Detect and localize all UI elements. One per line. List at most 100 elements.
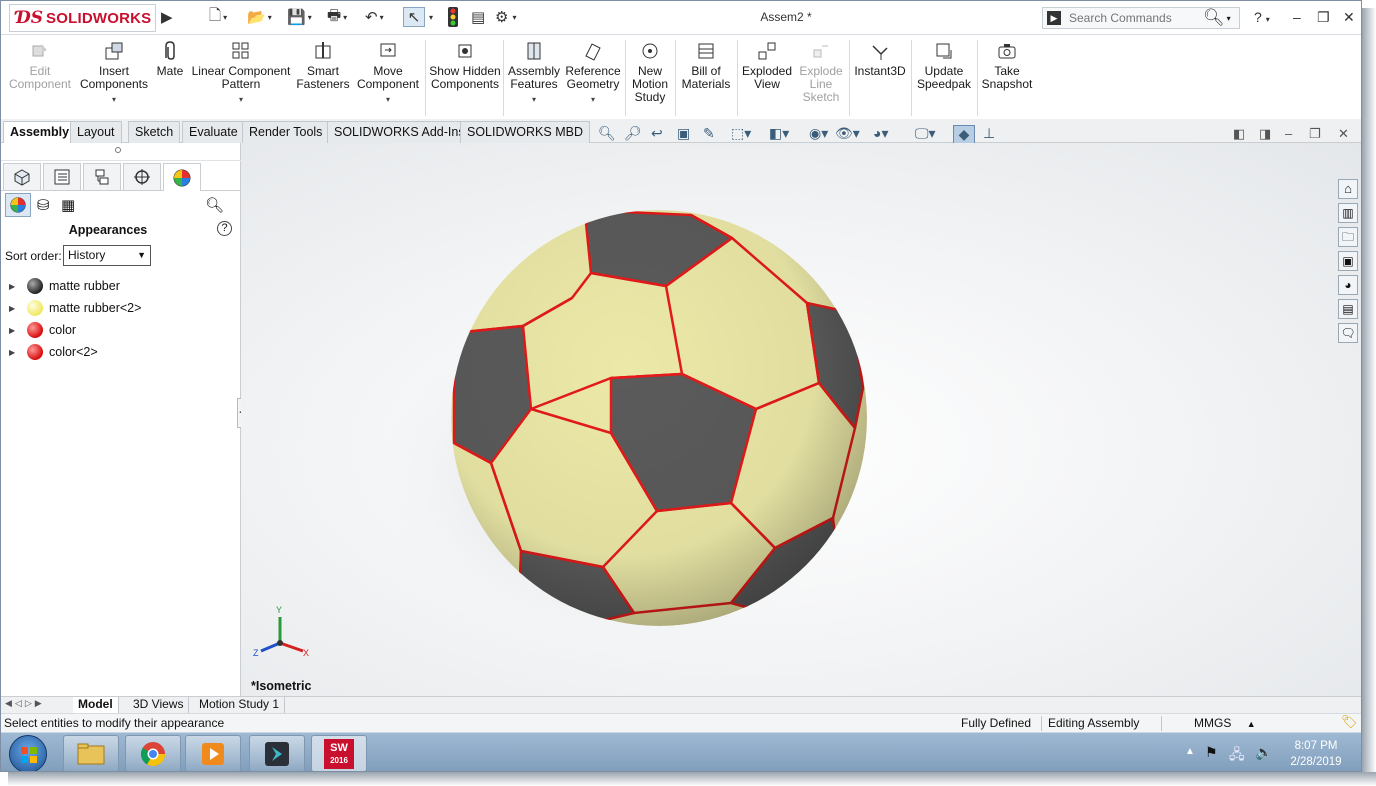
design-library-icon[interactable]: ▥ [1338, 203, 1358, 223]
soccer-ball-model[interactable]: Y X Z [241, 143, 1361, 696]
minimize-icon[interactable]: – [1293, 9, 1301, 25]
expand-arrow-icon[interactable]: ▶ [9, 304, 27, 313]
chrome-taskbar-icon[interactable] [125, 735, 181, 771]
viewport-restore-icon[interactable]: ❐ [1309, 126, 1321, 142]
tab-layout[interactable]: Layout [70, 121, 122, 143]
tile-right-icon[interactable]: ◨ [1259, 126, 1271, 142]
insert-components-dropdown-icon[interactable]: ▾ [77, 93, 151, 106]
hide-show-items-icon[interactable]: ◉▾ [809, 125, 828, 142]
solidworks-logo[interactable]: ƊS SOLIDWORKS [9, 4, 156, 32]
custom-properties-icon[interactable]: ▤ [1338, 299, 1358, 319]
search-input[interactable] [1067, 10, 1197, 26]
tab-motion-study[interactable]: Motion Study 1 [194, 697, 286, 713]
linear-component-pattern-button[interactable]: Linear Component Pattern ▾ [191, 40, 291, 106]
zoom-to-fit-icon[interactable]: 🔍︎ [598, 125, 616, 142]
list-item[interactable]: ▶ color [9, 321, 76, 339]
network-icon[interactable]: 🖧 [1229, 744, 1245, 768]
sort-order-select[interactable]: History ▼ [63, 245, 151, 266]
action-center-flag-icon[interactable]: ⚑ [1205, 744, 1218, 761]
reference-geometry-dropdown-icon[interactable]: ▾ [563, 93, 623, 106]
forum-icon[interactable]: 🗨 [1338, 323, 1358, 343]
help-button[interactable]: ? ▾ [1254, 9, 1270, 25]
file-explorer-icon[interactable]: 🗀 [1338, 227, 1358, 247]
tab-assembly[interactable]: Assembly [3, 121, 77, 143]
system-clock[interactable]: 8:07 PM 2/28/2019 [1281, 738, 1351, 770]
splitter-handle-icon[interactable] [115, 147, 121, 153]
move-component-button[interactable]: Move Component ▾ [355, 40, 421, 106]
tab-3d-views[interactable]: 3D Views [128, 697, 190, 713]
appearances-scenes-icon[interactable]: ◕ [1338, 275, 1358, 295]
bill-of-materials-button[interactable]: Bill of Materials [677, 40, 735, 91]
open-folder-icon[interactable]: 📂 ▾ [247, 7, 272, 27]
tab-solidworks-mbd[interactable]: SOLIDWORKS MBD [460, 121, 590, 143]
previous-view-icon[interactable]: ↩ [651, 125, 663, 142]
mate-button[interactable]: Mate [153, 40, 187, 78]
units-selector[interactable]: MMGS ▲ [1194, 716, 1256, 730]
tab-sketch[interactable]: Sketch [128, 121, 181, 143]
select-cursor-icon[interactable]: ↖ [403, 7, 425, 27]
expand-arrow-icon[interactable]: ▶ [9, 326, 27, 335]
file-explorer-taskbar-icon[interactable] [63, 735, 119, 771]
reference-geometry-button[interactable]: Reference Geometry ▾ [563, 40, 623, 106]
panel-splitter[interactable] [1, 143, 241, 161]
display-manager-tab[interactable] [163, 163, 201, 191]
rebuild-traffic-light-icon[interactable] [447, 7, 459, 27]
view-orientation-icon[interactable]: ⬚▾ [731, 125, 751, 142]
tile-left-icon[interactable]: ◧ [1233, 126, 1245, 142]
tray-expand-icon[interactable]: ▲ [1185, 746, 1195, 757]
tab-render-tools[interactable]: Render Tools [242, 121, 330, 143]
volume-icon[interactable]: 🔈 [1255, 744, 1272, 761]
instant3d-button[interactable]: Instant3D [851, 40, 909, 78]
show-hidden-components-button[interactable]: Show Hidden Components [429, 40, 501, 91]
close-icon[interactable]: ✕ [1343, 9, 1355, 26]
property-manager-tab[interactable] [43, 163, 81, 190]
appearance-search-icon[interactable]: 🔍︎ [205, 196, 224, 214]
update-speedpak-button[interactable]: Update Speedpak [913, 40, 975, 91]
tab-evaluate[interactable]: Evaluate [182, 121, 245, 143]
appearances-view-button[interactable] [5, 193, 31, 217]
view-settings-icon[interactable]: 🖵▾ [915, 125, 936, 142]
new-motion-study-button[interactable]: New Motion Study [627, 40, 673, 104]
take-snapshot-button[interactable]: Take Snapshot [979, 40, 1035, 91]
insert-components-button[interactable]: Insert Components ▾ [77, 40, 151, 106]
dynamic-annotation-icon[interactable]: ✎ [703, 125, 715, 142]
feature-manager-tab[interactable] [3, 163, 41, 190]
expand-arrow-icon[interactable]: ▶ [9, 282, 27, 291]
search-dropdown-icon[interactable]: ▾ [1227, 14, 1231, 23]
list-item[interactable]: ▶ matte rubber<2> [9, 299, 141, 317]
scene-lights-cameras-icon[interactable]: ▦ [61, 196, 75, 214]
triad-view-icon[interactable]: ⊥ [983, 125, 995, 142]
select-dropdown-icon[interactable]: ▾ [429, 7, 433, 27]
restore-icon[interactable]: ❐ [1317, 9, 1330, 26]
options-gear-icon[interactable]: ⚙ ▾ [495, 7, 516, 27]
editor-app-taskbar-icon[interactable] [249, 735, 305, 771]
print-icon[interactable]: 🖶 ▾ [327, 7, 347, 27]
viewport-minimize-icon[interactable]: – [1285, 126, 1292, 141]
exploded-view-button[interactable]: Exploded View [739, 40, 795, 91]
search-icon[interactable]: 🔍︎ [1203, 8, 1225, 28]
explode-line-sketch-button[interactable]: Explode Line Sketch [795, 40, 847, 104]
assembly-features-dropdown-icon[interactable]: ▾ [505, 93, 563, 106]
zoom-to-area-icon[interactable]: 🔎︎ [624, 125, 642, 142]
help-circle-icon[interactable]: ? [217, 221, 232, 236]
decals-view-icon[interactable]: ⛁ [37, 196, 50, 214]
media-player-taskbar-icon[interactable] [185, 735, 241, 771]
edit-appearance-icon[interactable]: ◕▾ [873, 125, 888, 142]
move-component-dropdown-icon[interactable]: ▾ [355, 93, 421, 106]
home-icon[interactable]: ⌂ [1338, 179, 1358, 199]
view-eye-icon[interactable]: 👁▾ [835, 125, 860, 142]
section-view-icon[interactable]: ▣ [677, 125, 690, 142]
expand-arrow-icon[interactable]: ▶ [9, 348, 27, 357]
tab-model[interactable]: Model [73, 697, 119, 713]
view-palette-icon[interactable]: ▣ [1338, 251, 1358, 271]
tab-scroll-arrows-icon[interactable]: ◀◁▷▶ [5, 698, 45, 709]
configuration-manager-tab[interactable] [83, 163, 121, 190]
new-document-icon[interactable]: 🗋 ▾ [209, 7, 227, 27]
display-style-icon[interactable]: ◧▾ [769, 125, 789, 142]
list-item[interactable]: ▶ color<2> [9, 343, 98, 361]
viewport-close-icon[interactable]: ✕ [1338, 126, 1349, 142]
graphics-area[interactable]: Y X Z *Isometric [241, 143, 1361, 696]
start-button-icon[interactable] [9, 735, 47, 771]
tab-solidworks-add-ins[interactable]: SOLIDWORKS Add-Ins [327, 121, 472, 143]
menu-expand-icon[interactable]: ▶ [161, 7, 173, 27]
